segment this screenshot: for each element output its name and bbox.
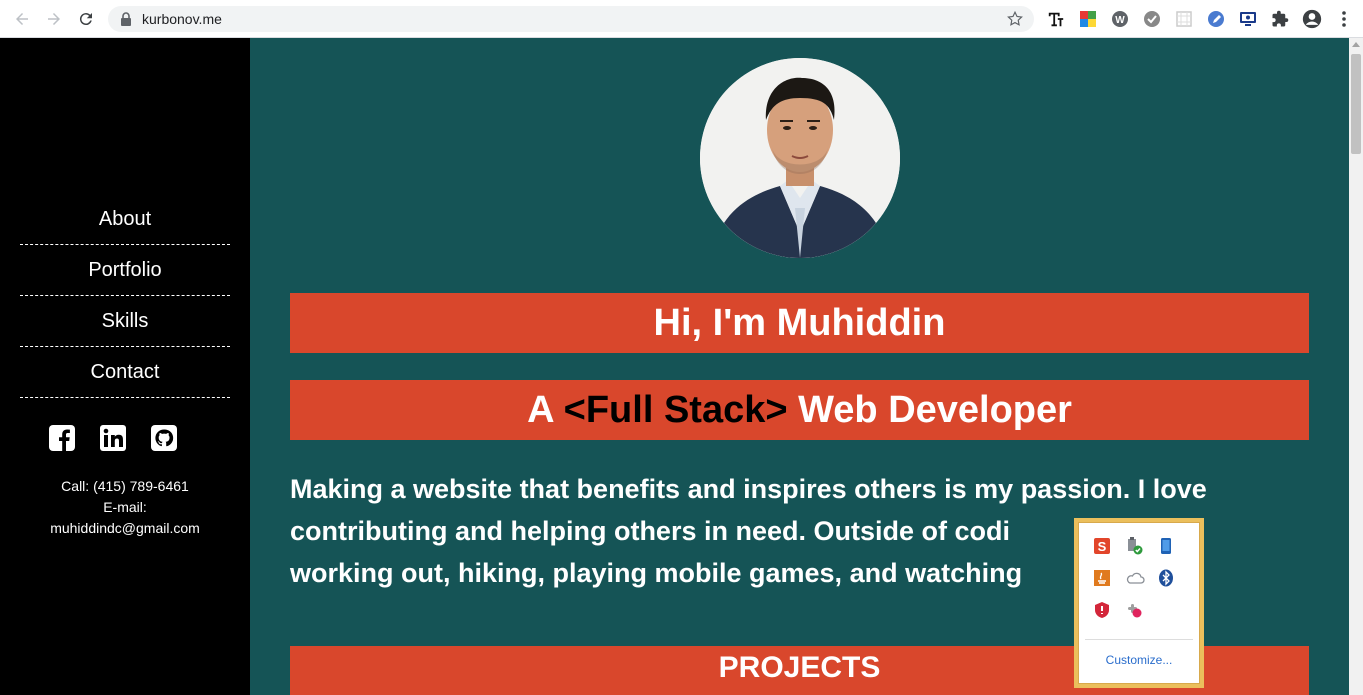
tray-overflow-popup: S Customize... (1074, 518, 1204, 688)
url-text[interactable]: kurbonov.me (142, 11, 222, 27)
role-tag: <Full Stack> (563, 389, 788, 431)
edit-extension-icon[interactable] (1206, 9, 1226, 29)
greeting-banner: Hi, I'm Muhiddin (290, 293, 1309, 353)
forward-icon[interactable] (44, 9, 64, 29)
role-suffix: Web Developer (787, 389, 1072, 431)
email-label: E-mail: (103, 499, 147, 515)
menu-icon[interactable] (1334, 9, 1354, 29)
page-scrollbar[interactable] (1349, 38, 1363, 695)
email-link[interactable]: muhiddindc@gmail.com (0, 518, 250, 539)
star-icon[interactable] (1006, 10, 1024, 28)
nav-portfolio[interactable]: Portfolio (20, 245, 230, 296)
profile-icon[interactable] (1302, 9, 1322, 29)
role-banner: A <Full Stack> Web Developer (290, 380, 1309, 440)
wappalyzer-extension-icon[interactable]: W (1110, 9, 1130, 29)
nav-about[interactable]: About (20, 194, 230, 245)
back-icon[interactable] (12, 9, 32, 29)
profile-photo (700, 58, 900, 258)
intro-line: Making a website that benefits and inspi… (290, 474, 1207, 546)
browser-toolbar: kurbonov.me W (0, 0, 1363, 38)
usb-safe-remove-tray-icon[interactable] (1125, 537, 1157, 569)
snagit-tray-icon[interactable]: S (1093, 537, 1125, 569)
address-bar[interactable]: kurbonov.me (108, 6, 1034, 32)
check-extension-icon[interactable] (1142, 9, 1162, 29)
intro-line-3: working out, hiking, playing mobile game… (290, 558, 1023, 588)
call-text: Call: (415) 789-6461 (61, 478, 189, 494)
tray-icon-grid: S (1093, 537, 1189, 633)
contact-info: Call: (415) 789-6461 E-mail: muhiddindc@… (0, 476, 250, 539)
sidebar: About Portfolio Skills Contact Call: (41… (0, 38, 250, 695)
extensions-icon[interactable] (1270, 9, 1290, 29)
reload-icon[interactable] (76, 9, 96, 29)
security-shield-tray-icon[interactable] (1093, 601, 1125, 633)
role-prefix: A (527, 389, 564, 431)
nav-contact[interactable]: Contact (20, 347, 230, 398)
linkedin-icon[interactable] (99, 424, 127, 452)
java-tray-icon[interactable] (1093, 569, 1125, 601)
tray-separator (1085, 639, 1193, 640)
sidebar-nav: About Portfolio Skills Contact (20, 194, 230, 398)
scroll-thumb[interactable] (1351, 54, 1361, 154)
slack-tray-icon[interactable] (1125, 601, 1157, 633)
social-links (48, 424, 178, 452)
screen-extension-icon[interactable] (1238, 9, 1258, 29)
lock-icon[interactable] (120, 12, 132, 26)
onedrive-tray-icon[interactable] (1125, 569, 1157, 601)
facebook-icon[interactable] (48, 424, 76, 452)
svg-text:S: S (1098, 539, 1107, 554)
color-extension-icon[interactable] (1078, 9, 1098, 29)
bluetooth-icon[interactable] (1157, 569, 1189, 601)
tray-panel: S Customize... (1078, 522, 1200, 684)
nav-skills[interactable]: Skills (20, 296, 230, 347)
grid-extension-icon[interactable] (1174, 9, 1194, 29)
scroll-up-arrow-icon[interactable] (1352, 42, 1360, 47)
svg-text:W: W (1115, 15, 1125, 26)
customize-link[interactable]: Customize... (1079, 653, 1199, 667)
text-extension-icon[interactable] (1046, 9, 1066, 29)
github-icon[interactable] (150, 424, 178, 452)
device-tray-icon[interactable] (1157, 537, 1189, 569)
